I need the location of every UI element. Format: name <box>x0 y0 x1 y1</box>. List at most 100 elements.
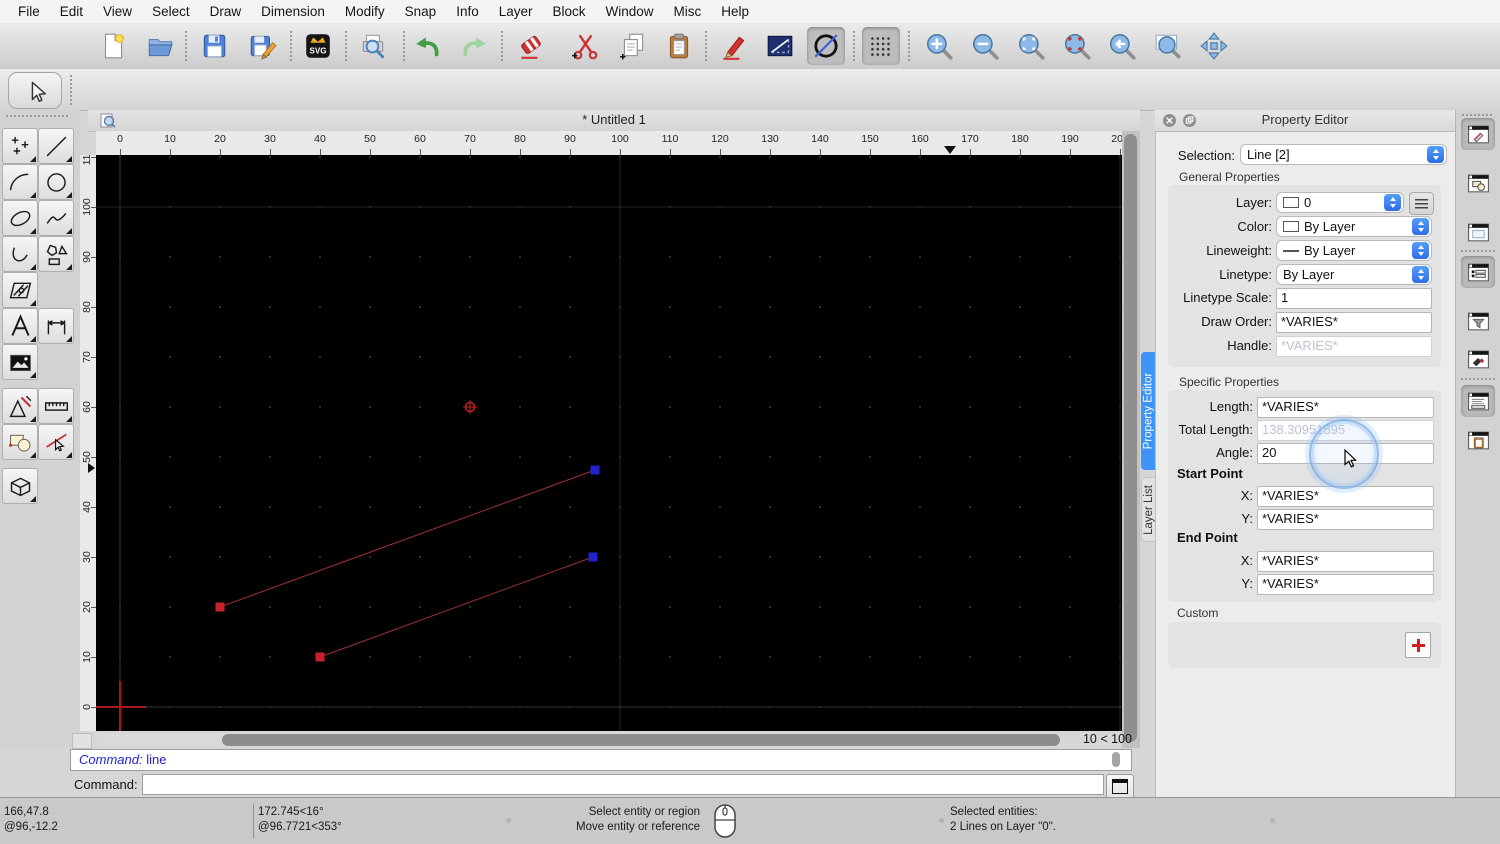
delete-button[interactable] <box>512 27 550 65</box>
grid-dot <box>369 406 371 408</box>
start-point-handle[interactable] <box>315 652 325 662</box>
grid-dot <box>219 256 221 258</box>
pen-button[interactable] <box>715 27 753 65</box>
end-point-handle[interactable] <box>588 552 598 562</box>
start-point-handle[interactable] <box>215 602 225 612</box>
end-x-field[interactable]: *VARIES* <box>1257 551 1434 572</box>
paste-button[interactable] <box>660 27 698 65</box>
measure-tool[interactable] <box>38 388 74 424</box>
property-editor-side-tab[interactable]: Property Editor <box>1141 352 1155 470</box>
undo-button[interactable] <box>409 27 447 65</box>
save-button[interactable] <box>195 27 233 65</box>
shape-tool[interactable] <box>38 236 74 272</box>
library-browser-dock-icon[interactable] <box>1461 216 1495 248</box>
open-document-button[interactable] <box>141 27 179 65</box>
grid-dot <box>269 556 271 558</box>
palette-grip[interactable] <box>6 115 68 117</box>
menu-item[interactable]: File <box>8 0 50 23</box>
dimension-tool[interactable] <box>38 308 74 344</box>
command-history-scrollbar[interactable] <box>1112 752 1120 767</box>
cut-button[interactable] <box>566 27 604 65</box>
selection-tool-button[interactable] <box>8 72 62 109</box>
draw-order-field[interactable]: *VARIES* <box>1276 312 1432 333</box>
color-dropdown[interactable]: By Layer <box>1276 216 1432 237</box>
menu-item[interactable]: Layer <box>489 0 543 23</box>
drawing-canvas[interactable] <box>96 155 1122 731</box>
start-y-field[interactable]: *VARIES* <box>1257 509 1434 530</box>
document-tab-title[interactable]: * Untitled 1 <box>88 112 1140 127</box>
flashlight-dock-icon[interactable] <box>1461 343 1495 375</box>
dock-grip[interactable] <box>1462 114 1492 116</box>
line-tool[interactable] <box>38 128 74 164</box>
menu-item[interactable]: Misc <box>664 0 712 23</box>
image-tool[interactable] <box>2 344 38 380</box>
menu-item[interactable]: Modify <box>335 0 395 23</box>
menu-item[interactable]: Info <box>446 0 489 23</box>
modify-tool[interactable] <box>2 388 38 424</box>
layer-dropdown[interactable]: 0 <box>1276 192 1404 213</box>
command-line-dock-icon[interactable] <box>1461 385 1495 417</box>
point-tool[interactable] <box>2 128 38 164</box>
menu-item[interactable]: Window <box>596 0 664 23</box>
clipboard-dock-icon[interactable] <box>1461 424 1495 456</box>
save-as-button[interactable] <box>243 27 281 65</box>
polyline-tool[interactable] <box>2 236 38 272</box>
restriction-off-button[interactable] <box>807 27 845 65</box>
layer-list-dock-icon[interactable] <box>1461 256 1495 288</box>
menu-item[interactable]: Help <box>711 0 759 23</box>
hatch-tool[interactable] <box>2 272 38 308</box>
block-list-dock-icon[interactable] <box>1461 167 1495 199</box>
arc-tool[interactable] <box>2 164 38 200</box>
redo-button[interactable] <box>455 27 493 65</box>
select-tool[interactable] <box>38 424 74 460</box>
text-tool[interactable] <box>2 308 38 344</box>
statusbar-dot <box>939 818 944 823</box>
new-document-button[interactable] <box>94 27 132 65</box>
copy-button[interactable] <box>614 27 652 65</box>
cad-line[interactable] <box>219 469 596 608</box>
linetype-scale-field[interactable]: 1 <box>1276 288 1432 309</box>
end-y-field[interactable]: *VARIES* <box>1257 574 1434 595</box>
export-svg-button[interactable]: SVG <box>299 27 337 65</box>
circle-tool[interactable] <box>38 164 74 200</box>
layer-menu-button[interactable] <box>1409 192 1434 215</box>
zoom-out-button[interactable] <box>966 27 1004 65</box>
command-options-button[interactable] <box>1106 774 1134 799</box>
menu-item[interactable]: Select <box>142 0 200 23</box>
spline-tool[interactable] <box>38 200 74 236</box>
grid-dot <box>569 506 571 508</box>
window-zoom-button[interactable] <box>1149 27 1187 65</box>
menu-item[interactable]: Block <box>543 0 596 23</box>
auto-zoom-button[interactable] <box>1012 27 1050 65</box>
lineweight-dropdown[interactable]: By Layer <box>1276 240 1432 261</box>
line-pattern-button[interactable] <box>761 27 799 65</box>
ellipse-tool[interactable] <box>2 200 38 236</box>
previous-view-button[interactable] <box>1103 27 1141 65</box>
grid-toggle-button[interactable] <box>862 27 900 65</box>
canvas-horizontal-scrollbar[interactable] <box>96 733 1062 747</box>
menu-item[interactable]: Snap <box>395 0 447 23</box>
command-input[interactable] <box>142 774 1104 795</box>
menu-item[interactable]: Draw <box>200 0 252 23</box>
selection-filter-dock-icon[interactable] <box>1461 305 1495 337</box>
selection-dropdown[interactable]: Line [2] <box>1240 144 1447 165</box>
solid-tool[interactable] <box>2 468 38 504</box>
add-custom-property-button[interactable] <box>1405 632 1431 658</box>
block-tool[interactable] <box>2 424 38 460</box>
length-field[interactable]: *VARIES* <box>1257 397 1434 418</box>
zoom-in-button[interactable] <box>920 27 958 65</box>
start-x-field[interactable]: *VARIES* <box>1257 486 1434 507</box>
end-point-handle[interactable] <box>590 465 600 475</box>
linetype-dropdown[interactable]: By Layer <box>1276 264 1432 285</box>
menu-item[interactable]: Edit <box>50 0 93 23</box>
v-scroll-thumb[interactable] <box>1124 134 1137 742</box>
menu-item[interactable]: Dimension <box>251 0 335 23</box>
canvas-vertical-scrollbar[interactable] <box>1122 131 1140 748</box>
h-scroll-thumb[interactable] <box>222 734 1060 746</box>
menu-item[interactable]: View <box>93 0 142 23</box>
cad-line[interactable] <box>319 556 594 658</box>
property-editor-dock-icon[interactable] <box>1461 118 1495 150</box>
zoom-selection-button[interactable] <box>1058 27 1096 65</box>
print-preview-button[interactable] <box>354 27 392 65</box>
pan-zoom-button[interactable] <box>1195 27 1233 65</box>
